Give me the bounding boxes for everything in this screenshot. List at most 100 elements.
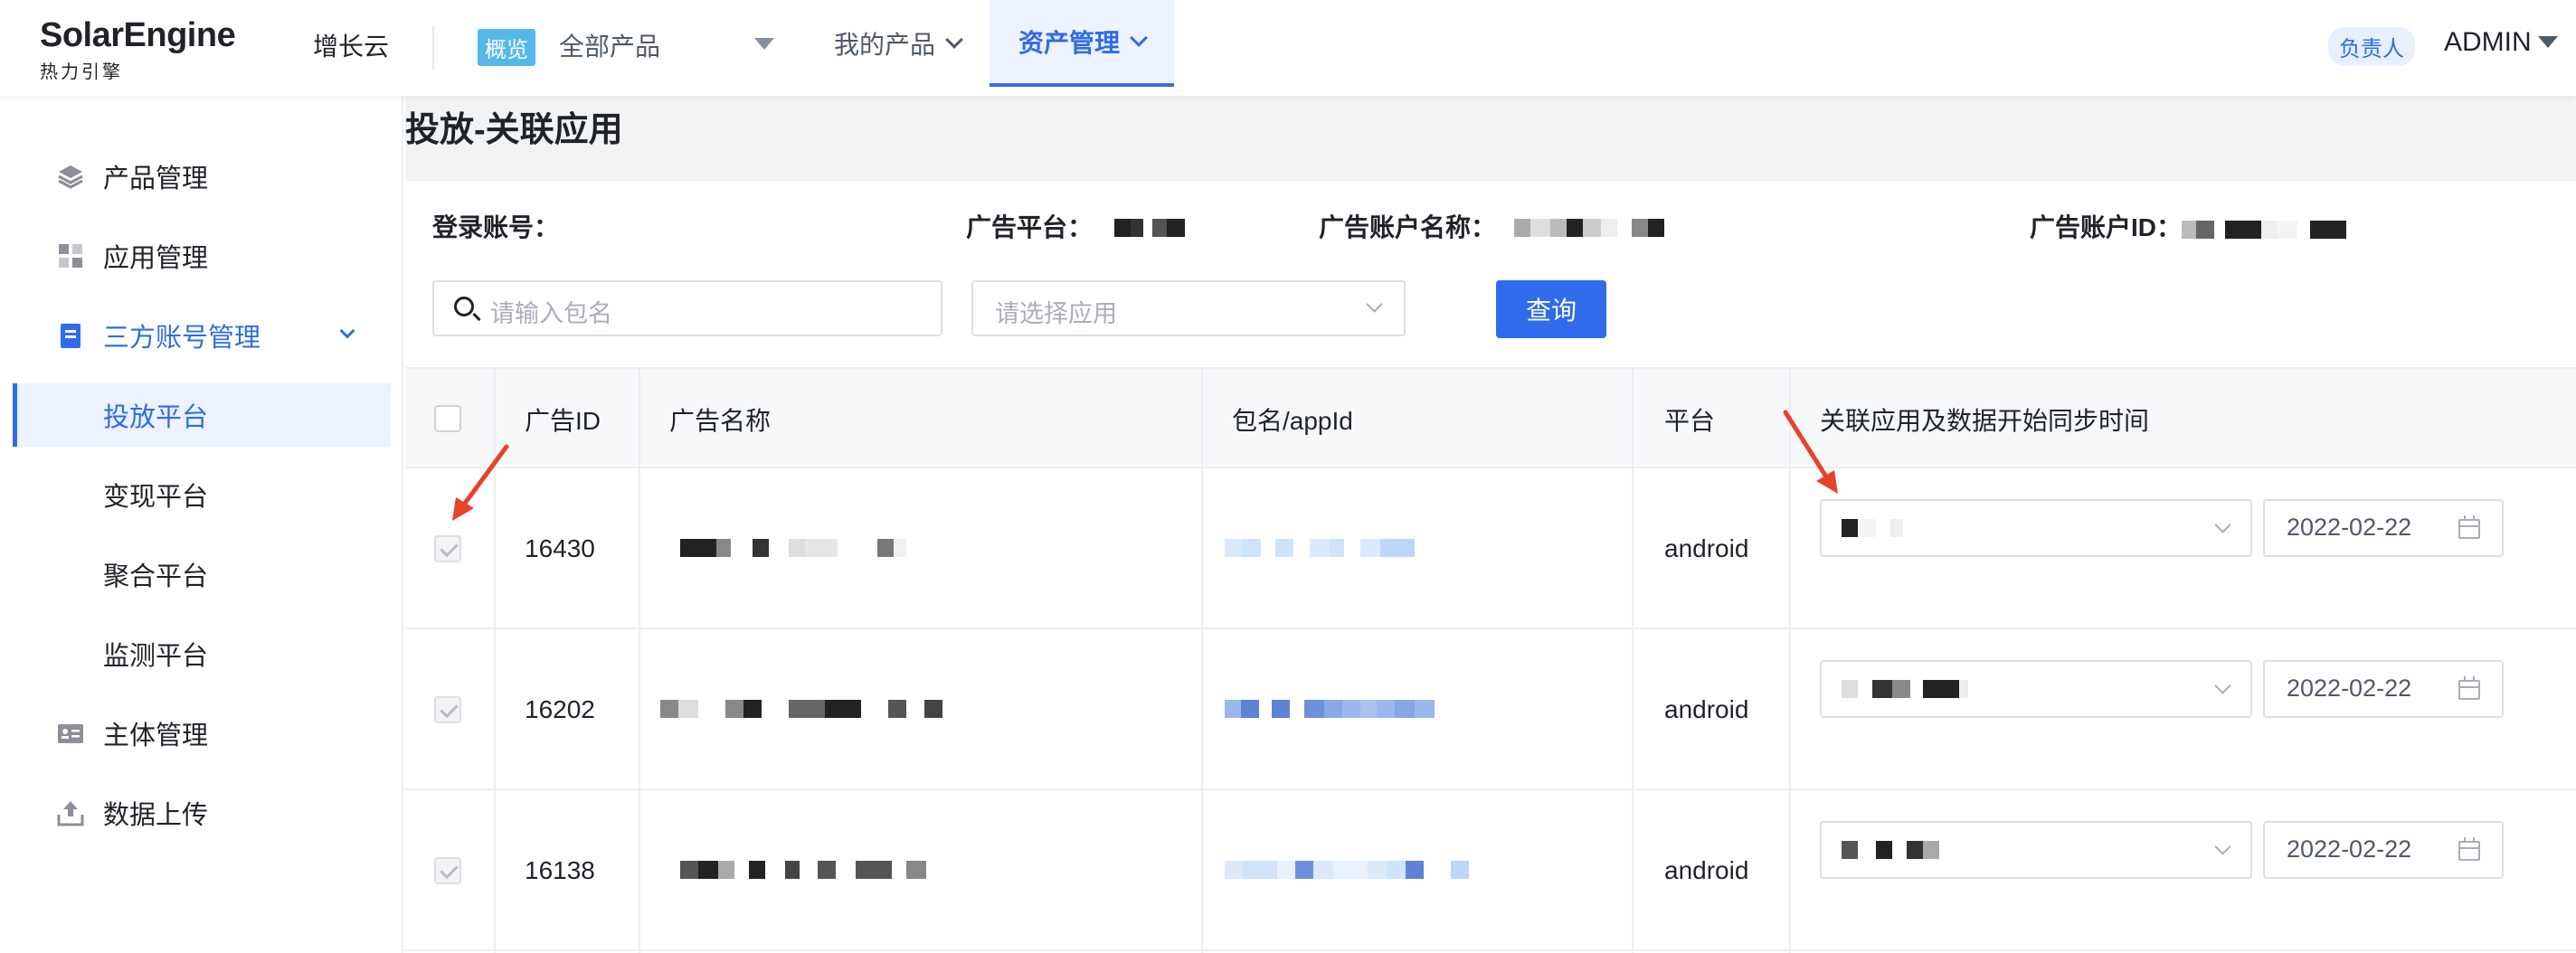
platform-cell: android bbox=[1664, 695, 1749, 723]
row-checkbox[interactable] bbox=[434, 696, 461, 723]
nav-asset-management[interactable]: 资产管理 bbox=[990, 0, 1174, 87]
id-card-icon bbox=[58, 724, 83, 743]
login-account-label: 登录账号： bbox=[432, 213, 560, 241]
sidebar-item-label: 变现平台 bbox=[103, 483, 209, 512]
header-linked-app: 关联应用及数据开始同步时间 bbox=[1820, 407, 2150, 435]
header-platform: 平台 bbox=[1664, 407, 1716, 435]
chevron-down-icon bbox=[2214, 677, 2231, 694]
ad-account-id-label: 广告账户ID： bbox=[2030, 213, 2183, 241]
calendar-icon bbox=[2458, 515, 2480, 539]
logo-subtitle: 热力引擎 bbox=[40, 62, 123, 82]
sync-date-picker[interactable]: 2022-02-22 bbox=[2263, 660, 2504, 718]
platform-cell: android bbox=[1664, 856, 1749, 884]
sidebar-item-label: 产品管理 bbox=[103, 165, 209, 193]
page-title: 投放-关联应用 bbox=[405, 111, 623, 149]
row-checkbox[interactable] bbox=[434, 535, 461, 562]
ad-id-cell: 16430 bbox=[525, 534, 595, 562]
linked-app-select[interactable] bbox=[1820, 821, 2252, 879]
caret-down-icon[interactable] bbox=[2538, 36, 2558, 48]
sidebar: 产品管理 应用管理 三方账号管理 投放平台 变现平台 聚合平台 监测平台 主体管… bbox=[0, 96, 403, 953]
user-menu[interactable]: ADMIN bbox=[2444, 27, 2532, 58]
sync-date-value: 2022-02-22 bbox=[2287, 835, 2412, 863]
ad-id-cell: 16138 bbox=[525, 856, 595, 884]
table-header: 广告ID 广告名称 包名/appId 平台 关联应用及数据开始同步时间 bbox=[405, 367, 2576, 468]
ad-name-redacted bbox=[680, 861, 926, 879]
table-row: 16430 android 2022-02-22 bbox=[405, 468, 2576, 629]
sidebar-item-entity-management[interactable]: 主体管理 bbox=[0, 702, 403, 765]
search-placeholder: 请输入包名 bbox=[490, 300, 612, 327]
sidebar-item-label: 三方账号管理 bbox=[103, 324, 261, 353]
sidebar-item-label: 应用管理 bbox=[103, 244, 209, 273]
content-panel: 登录账号： 广告平台： 广告账户名称： 广告账户ID： 请输入包名 请选择应用 … bbox=[405, 181, 2576, 953]
linked-app-select[interactable] bbox=[1820, 499, 2252, 557]
sidebar-item-third-party-accounts[interactable]: 三方账号管理 bbox=[0, 304, 403, 367]
ad-account-name-label: 广告账户名称： bbox=[1319, 213, 1497, 241]
package-search-input[interactable]: 请输入包名 bbox=[432, 280, 942, 336]
select-all-checkbox[interactable] bbox=[434, 405, 461, 432]
ad-name-redacted bbox=[660, 700, 942, 718]
sidebar-item-monitoring-platform[interactable]: 监测平台 bbox=[0, 622, 403, 685]
product-selector[interactable]: 全部产品 bbox=[559, 27, 660, 63]
header-ad-name: 广告名称 bbox=[669, 407, 772, 435]
chevron-down-icon bbox=[2214, 838, 2231, 855]
linked-app-redacted bbox=[1842, 519, 1903, 537]
app-select-placeholder: 请选择应用 bbox=[995, 300, 1117, 327]
chevron-down-icon bbox=[945, 31, 963, 49]
header-ad-id: 广告ID bbox=[525, 407, 601, 435]
chevron-down-icon bbox=[339, 323, 355, 339]
sync-date-value: 2022-02-22 bbox=[2287, 675, 2412, 702]
apps-grid-icon bbox=[59, 244, 82, 268]
sidebar-item-monetization-platform[interactable]: 变现平台 bbox=[0, 463, 403, 526]
annotation-arrow-icon bbox=[452, 444, 509, 521]
nav-label: 资产管理 bbox=[1018, 29, 1120, 57]
sync-date-value: 2022-02-22 bbox=[2287, 514, 2412, 541]
sync-date-picker[interactable]: 2022-02-22 bbox=[2263, 499, 2504, 557]
search-icon bbox=[454, 297, 474, 316]
caret-down-icon[interactable] bbox=[754, 38, 774, 50]
ad-name-redacted bbox=[680, 539, 906, 557]
logo[interactable]: SolarEngine 热力引擎 bbox=[40, 16, 236, 83]
linked-app-select[interactable] bbox=[1820, 660, 2252, 718]
sidebar-item-label: 聚合平台 bbox=[103, 562, 209, 591]
ad-platform-value-redacted bbox=[1114, 219, 1185, 237]
linked-app-redacted bbox=[1842, 841, 1939, 859]
app-select[interactable]: 请选择应用 bbox=[971, 280, 1406, 336]
sidebar-item-label: 主体管理 bbox=[103, 722, 209, 750]
annotation-arrow-icon bbox=[1783, 410, 1838, 494]
table-row: 16202 android 2022-02-22 bbox=[405, 629, 2576, 790]
ad-platform-label: 广告平台： bbox=[966, 213, 1094, 241]
linked-app-redacted bbox=[1842, 680, 1968, 698]
header-package: 包名/appId bbox=[1232, 407, 1353, 435]
sync-date-picker[interactable]: 2022-02-22 bbox=[2263, 821, 2504, 879]
sidebar-item-aggregation-platform[interactable]: 聚合平台 bbox=[0, 543, 403, 606]
sidebar-item-label: 投放平台 bbox=[103, 403, 209, 432]
ad-id-cell: 16202 bbox=[525, 695, 595, 723]
nav-label: 我的产品 bbox=[834, 31, 936, 59]
clipboard-icon bbox=[61, 324, 80, 348]
chevron-down-icon bbox=[1130, 29, 1148, 47]
owner-badge: 负责人 bbox=[2328, 27, 2415, 66]
nav-my-products[interactable]: 我的产品 bbox=[834, 0, 963, 87]
calendar-icon bbox=[2458, 676, 2480, 700]
chevron-down-icon bbox=[2214, 516, 2231, 533]
platform-cell: android bbox=[1664, 534, 1749, 562]
sidebar-item-product-management[interactable]: 产品管理 bbox=[0, 145, 403, 208]
growth-cloud-link[interactable]: 增长云 bbox=[313, 27, 389, 63]
ad-account-name-value-redacted bbox=[1514, 219, 1664, 237]
package-redacted[interactable] bbox=[1225, 700, 1435, 718]
sidebar-item-data-upload[interactable]: 数据上传 bbox=[0, 781, 403, 844]
logo-text: SolarEngine bbox=[40, 16, 236, 54]
sidebar-item-label: 监测平台 bbox=[103, 642, 209, 671]
package-redacted[interactable] bbox=[1225, 861, 1469, 879]
chevron-down-icon bbox=[1366, 296, 1383, 313]
query-button[interactable]: 查询 bbox=[1496, 280, 1606, 338]
row-checkbox[interactable] bbox=[434, 857, 461, 884]
ad-account-id-value-redacted bbox=[2182, 221, 2346, 239]
sidebar-item-ad-platform[interactable]: 投放平台 bbox=[13, 383, 391, 447]
overview-badge[interactable]: 概览 bbox=[478, 29, 535, 66]
divider bbox=[432, 25, 434, 71]
calendar-icon bbox=[2458, 837, 2480, 861]
package-redacted[interactable] bbox=[1225, 539, 1415, 557]
sidebar-item-app-management[interactable]: 应用管理 bbox=[0, 224, 403, 288]
upload-icon bbox=[57, 801, 84, 826]
